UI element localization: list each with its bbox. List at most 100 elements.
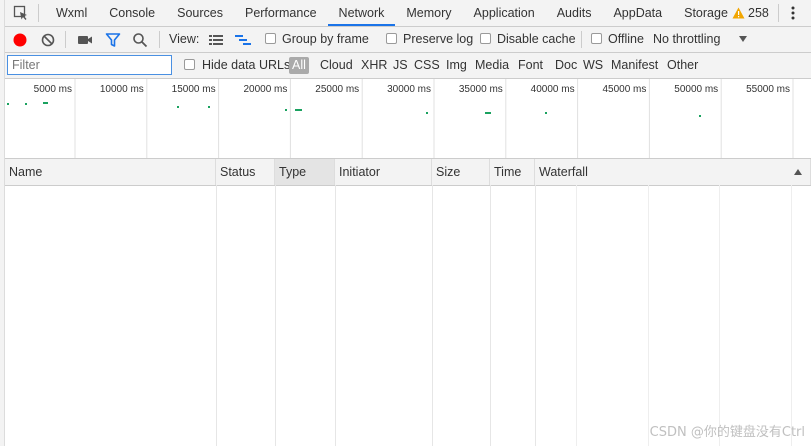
column-header-initiator[interactable]: Initiator <box>335 159 432 185</box>
search-icon[interactable] <box>131 31 149 49</box>
column-header-label: Status <box>220 165 256 179</box>
column-divider <box>216 185 217 446</box>
toolbar-separator <box>581 31 582 48</box>
type-filter-cloud[interactable]: Cloud <box>320 53 353 78</box>
network-overview[interactable]: 5000 ms 10000 ms 15000 ms 20000 ms 25000 ms 3… <box>5 79 811 159</box>
type-filter-doc[interactable]: Doc <box>555 53 577 78</box>
type-filter-font[interactable]: Font <box>518 53 543 78</box>
type-filter-css[interactable]: CSS <box>414 53 440 78</box>
inspect-element-icon[interactable] <box>13 5 29 21</box>
column-header-size[interactable]: Size <box>432 159 490 185</box>
tab-console[interactable]: Console <box>98 0 166 26</box>
column-divider <box>432 185 433 446</box>
warnings-counter[interactable]: 258 <box>732 0 769 26</box>
waterfall-gridline <box>791 185 792 446</box>
type-filter-manifest[interactable]: Manifest <box>611 53 658 78</box>
tab-storage[interactable]: Storage <box>673 0 739 26</box>
waterfall-gridline <box>719 185 720 446</box>
column-header-label: Name <box>9 165 43 179</box>
network-toolbar: View: Group by frame Preserve log Disabl… <box>5 27 811 53</box>
show-overview-icon[interactable] <box>234 31 252 49</box>
tab-performance[interactable]: Performance <box>234 0 328 26</box>
throttling-select[interactable]: No throttling <box>653 27 720 52</box>
chevron-down-icon[interactable] <box>739 36 747 42</box>
waterfall-gridline <box>648 185 649 446</box>
request-marker <box>295 109 302 111</box>
hide-data-urls-label: Hide data URLs <box>202 58 291 72</box>
overview-tick-label: 20000 ms <box>243 84 287 95</box>
toolbar-separator <box>65 31 66 48</box>
column-header-label: Size <box>436 165 461 179</box>
request-marker <box>43 102 48 104</box>
tabbar-separator <box>778 4 779 22</box>
type-filter-img[interactable]: Img <box>446 53 467 78</box>
tab-appdata[interactable]: AppData <box>602 0 673 26</box>
devtools-panel: Wxml Console Sources Performance Network Memo… <box>5 0 811 446</box>
tab-memory[interactable]: Memory <box>395 0 462 26</box>
column-header-name[interactable]: Name <box>5 159 216 185</box>
warnings-count: 258 <box>748 6 769 20</box>
warning-icon <box>732 7 745 19</box>
request-marker <box>25 103 27 105</box>
overview-tick-label: 30000 ms <box>387 84 431 95</box>
record-button[interactable] <box>11 31 29 49</box>
overview-tick-label: 10000 ms <box>100 84 144 95</box>
overview-tick-label: 15000 ms <box>172 84 216 95</box>
overview-timeline: 5000 ms 10000 ms 15000 ms 20000 ms 25000 ms 3… <box>7 79 794 158</box>
column-divider <box>275 185 276 446</box>
request-marker <box>177 106 179 108</box>
tab-network[interactable]: Network <box>327 0 396 26</box>
tab-sources[interactable]: Sources <box>166 0 234 26</box>
toolbar-separator <box>159 31 160 48</box>
overview-tick-label: 25000 ms <box>315 84 359 95</box>
column-header-label: Initiator <box>339 165 380 179</box>
column-divider <box>490 185 491 446</box>
type-filter-all[interactable]: All <box>289 57 309 74</box>
offline-checkbox[interactable] <box>591 33 602 44</box>
overview-tick-label: 45000 ms <box>602 84 646 95</box>
tabbar-separator <box>38 4 39 22</box>
table-header: Name Status Type Initiator Size Time Waterfall <box>5 159 811 186</box>
column-header-label: Type <box>279 165 307 179</box>
clear-icon[interactable] <box>39 31 57 49</box>
request-marker <box>426 112 428 114</box>
type-filter-media[interactable]: Media <box>475 53 509 78</box>
column-header-type[interactable]: Type <box>275 159 335 185</box>
preserve-log-checkbox[interactable] <box>386 33 397 44</box>
filter-bar: Hide data URLs All Cloud XHRJSCSS Img Media F… <box>5 53 811 79</box>
capture-screenshots-icon[interactable] <box>76 31 94 49</box>
large-request-rows-icon[interactable] <box>207 31 225 49</box>
column-header-label: Waterfall <box>539 165 588 179</box>
overview-tick-label: 5000 ms <box>34 84 72 95</box>
hide-data-urls-checkbox[interactable] <box>184 59 195 70</box>
preserve-log-label: Preserve log <box>403 32 474 46</box>
type-filter-xhr[interactable]: XHR <box>361 53 387 78</box>
request-table: Name Status Type Initiator Size Time Waterfall <box>5 159 811 446</box>
more-options-icon[interactable] <box>787 4 799 22</box>
type-filter-js[interactable]: JS <box>393 53 408 78</box>
type-filter-ws[interactable]: WS <box>583 53 603 78</box>
filter-input[interactable] <box>7 55 172 75</box>
column-divider <box>335 185 336 446</box>
overview-tick-label: 50000 ms <box>674 84 718 95</box>
type-filter-other[interactable]: Other <box>667 53 698 78</box>
column-header-waterfall[interactable]: Waterfall <box>535 159 811 185</box>
request-marker <box>699 115 701 117</box>
column-divider <box>535 185 536 446</box>
view-label: View: <box>169 32 200 46</box>
disable-cache-checkbox[interactable] <box>480 33 491 44</box>
tab-wxml[interactable]: Wxml <box>45 0 98 26</box>
column-header-status[interactable]: Status <box>216 159 275 185</box>
overview-tick-label: 35000 ms <box>459 84 503 95</box>
request-marker <box>545 112 547 114</box>
group-by-frame-label: Group by frame <box>282 32 369 46</box>
tab-audits[interactable]: Audits <box>546 0 603 26</box>
watermark: CSDN @你的键盘没有Ctrl <box>649 425 805 440</box>
tab-application[interactable]: Application <box>463 0 546 26</box>
column-header-time[interactable]: Time <box>490 159 535 185</box>
group-by-frame-checkbox[interactable] <box>265 33 276 44</box>
disable-cache-label: Disable cache <box>497 32 576 46</box>
filter-icon[interactable] <box>104 31 122 49</box>
devtools-tabbar: Wxml Console Sources Performance Network Memo… <box>5 0 811 27</box>
request-marker <box>485 112 491 114</box>
